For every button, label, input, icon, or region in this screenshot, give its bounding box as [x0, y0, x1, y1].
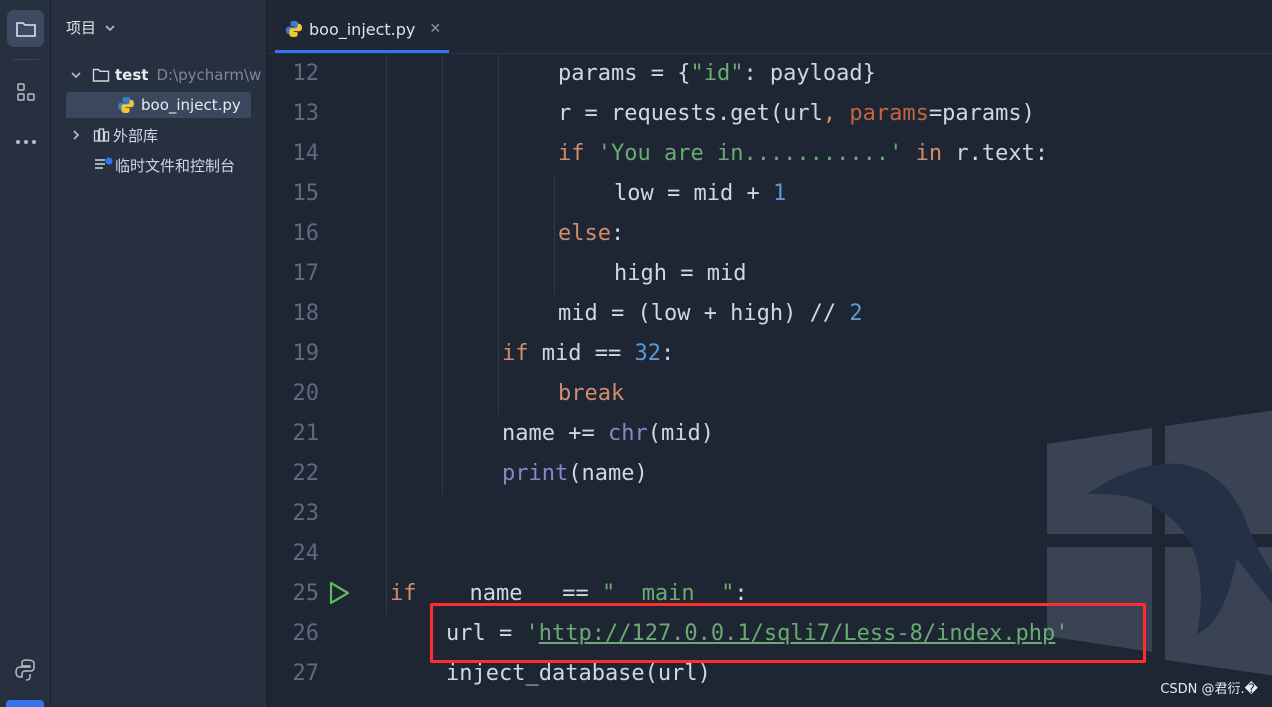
folder-icon	[15, 21, 36, 37]
run-icon[interactable]	[327, 580, 351, 606]
root-folder-name: test	[115, 66, 149, 84]
file-name: boo_inject.py	[141, 96, 241, 114]
tree-item-scratches[interactable]: 临时文件和控制台	[51, 152, 267, 178]
activity-separator	[12, 59, 39, 60]
tab-label: boo_inject.py	[309, 19, 416, 39]
code-line-27: inject_database(url)	[446, 661, 711, 686]
project-panel-title: 项目	[66, 19, 97, 37]
structure-tool-button[interactable]	[7, 73, 44, 110]
project-panel: 项目 test D:\pycharm\w boo_inject.py 外部库 临…	[51, 0, 267, 707]
scratches-label: 临时文件和控制台	[115, 156, 236, 175]
line-number: 19	[292, 341, 320, 366]
python-console-button[interactable]	[7, 651, 44, 688]
activity-bar	[0, 0, 51, 707]
line-number: 15	[292, 181, 320, 206]
code-line-19: if mid == 32:	[502, 341, 675, 366]
more-tool-windows-button[interactable]	[7, 123, 44, 160]
line-number: 20	[292, 381, 320, 406]
code-line-17: high = mid	[614, 261, 747, 286]
library-icon	[93, 128, 110, 142]
python-console-icon	[14, 658, 35, 681]
code-line-12: params = {"id": payload}	[558, 61, 876, 86]
csdn-watermark: CSDN @君衍.�	[1160, 682, 1258, 697]
more-icon	[15, 139, 36, 144]
line-number: 24	[292, 541, 320, 566]
tree-item-file[interactable]: boo_inject.py	[51, 92, 267, 118]
project-tool-button[interactable]	[7, 10, 44, 47]
code-line-18: mid = (low + high) // 2	[558, 301, 863, 326]
code-line-25: if __name__ == "__main__":	[390, 581, 748, 606]
structure-icon	[16, 82, 35, 101]
code-line-26: url = 'http://127.0.0.1/sqli7/Less-8/ind…	[446, 621, 1069, 646]
code-line-21: name += chr(mid)	[502, 421, 714, 446]
code-line-16: else:	[558, 221, 625, 246]
windows-logo-watermark	[1047, 410, 1272, 676]
code-line-20: break	[558, 381, 625, 406]
code-line-14: if 'You are in...........' in r.text:	[558, 141, 1049, 166]
code-line-22: print(name)	[502, 461, 648, 486]
code-line-13: r = requests.get(url, params=params)	[558, 101, 1035, 126]
line-number: 18	[292, 301, 320, 326]
line-number: 14	[292, 141, 320, 166]
python-file-icon	[286, 21, 302, 37]
root-folder-path: D:\pycharm\w	[156, 66, 262, 84]
indent-guide	[554, 174, 555, 294]
line-number: 17	[292, 261, 320, 286]
line-number: 13	[292, 101, 320, 126]
active-tab-indicator	[275, 50, 449, 53]
status-indicator	[6, 700, 44, 707]
line-number: 26	[292, 621, 320, 646]
line-number: 25	[292, 581, 320, 606]
scratch-icon	[95, 157, 113, 169]
indent-guide	[386, 54, 387, 614]
indent-guide	[442, 54, 443, 494]
indent-guide	[498, 54, 499, 414]
chevron-down-icon	[71, 72, 81, 79]
close-icon[interactable]: ✕	[429, 21, 441, 37]
chevron-down-icon	[105, 24, 115, 31]
python-file-icon	[118, 97, 134, 113]
tree-item-external-libraries[interactable]: 外部库	[51, 122, 267, 148]
code-line-15: low = mid + 1	[614, 181, 787, 206]
code-editor[interactable]: 12 13 14 15 16 17 18 19 20 21 22 23 24 2…	[267, 54, 1272, 707]
editor-tab[interactable]: boo_inject.py ✕	[275, 4, 449, 54]
line-number: 23	[292, 501, 320, 526]
tree-item-root[interactable]: test D:\pycharm\w	[51, 62, 267, 88]
line-number: 16	[292, 221, 320, 246]
line-number: 21	[292, 421, 320, 446]
line-number: 27	[292, 661, 320, 686]
project-panel-header[interactable]: 项目	[66, 17, 116, 38]
line-number: 12	[292, 61, 320, 86]
external-libraries-label: 外部库	[113, 126, 159, 145]
folder-icon	[92, 68, 110, 82]
chevron-right-icon	[73, 130, 80, 140]
editor-tab-bar: boo_inject.py ✕	[267, 0, 1272, 54]
line-number: 22	[292, 461, 320, 486]
